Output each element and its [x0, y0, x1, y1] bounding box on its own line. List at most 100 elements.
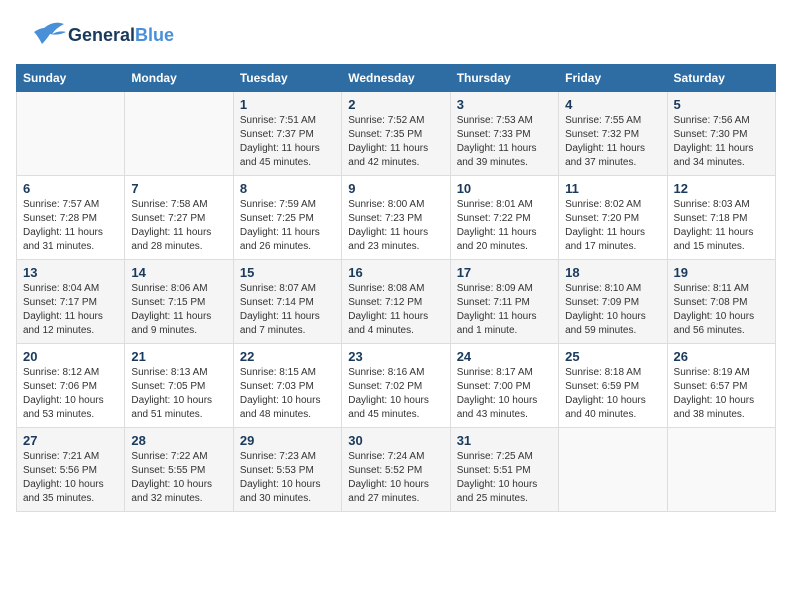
day-number: 12: [674, 181, 769, 196]
day-info: Sunrise: 7:51 AM Sunset: 7:37 PM Dayligh…: [240, 114, 335, 170]
day-number: 19: [674, 265, 769, 280]
day-info: Sunrise: 7:52 AM Sunset: 7:35 PM Dayligh…: [348, 114, 443, 170]
day-info: Sunrise: 8:04 AM Sunset: 7:17 PM Dayligh…: [23, 282, 118, 338]
calendar-cell: 27Sunrise: 7:21 AM Sunset: 5:56 PM Dayli…: [17, 428, 125, 512]
calendar-week-row: 13 Sunrise: 8:04 AM Sunset: 7:17 PM Dayli…: [17, 260, 776, 344]
day-number: 30: [348, 433, 443, 448]
calendar-cell: 28 Sunrise: 7:22 AM Sunset: 5:55 PM Dayli…: [125, 428, 233, 512]
calendar-week-row: 6 Sunrise: 7:57 AM Sunset: 7:28 PM Daylig…: [17, 176, 776, 260]
day-info: Sunrise: 8:17 AM Sunset: 7:00 PM Dayligh…: [457, 366, 552, 422]
day-info: Sunrise: 7:23 AM Sunset: 5:53 PM Dayligh…: [240, 450, 335, 506]
day-number: 14: [131, 265, 226, 280]
weekday-header-tuesday: Tuesday: [233, 65, 341, 92]
day-info: Sunrise: 8:18 AM Sunset: 6:59 PM Dayligh…: [565, 366, 660, 422]
day-number: 4: [565, 97, 660, 112]
day-info: Sunrise: 7:57 AM Sunset: 7:28 PM Dayligh…: [23, 198, 118, 254]
day-info: Sunrise: 8:11 AM Sunset: 7:08 PM Dayligh…: [674, 282, 769, 338]
calendar-cell: 19 Sunrise: 8:11 AM Sunset: 7:08 PM Dayli…: [667, 260, 775, 344]
calendar-cell: 21 Sunrise: 8:13 AM Sunset: 7:05 PM Dayli…: [125, 344, 233, 428]
day-info: Sunrise: 8:09 AM Sunset: 7:11 PM Dayligh…: [457, 282, 552, 338]
day-number: 8: [240, 181, 335, 196]
day-number: 7: [131, 181, 226, 196]
calendar-week-row: 1 Sunrise: 7:51 AM Sunset: 7:37 PM Daylig…: [17, 92, 776, 176]
day-info: Sunrise: 7:53 AM Sunset: 7:33 PM Dayligh…: [457, 114, 552, 170]
calendar-cell: 22Sunrise: 8:15 AM Sunset: 7:03 PM Dayli…: [233, 344, 341, 428]
day-info: Sunrise: 7:56 AM Sunset: 7:30 PM Dayligh…: [674, 114, 769, 170]
day-number: 11: [565, 181, 660, 196]
calendar-cell: 8 Sunrise: 7:59 AM Sunset: 7:25 PM Daylig…: [233, 176, 341, 260]
calendar-cell: 7 Sunrise: 7:58 AM Sunset: 7:27 PM Daylig…: [125, 176, 233, 260]
calendar-cell: 26 Sunrise: 8:19 AM Sunset: 6:57 PM Dayli…: [667, 344, 775, 428]
calendar-cell: [559, 428, 667, 512]
day-number: 18: [565, 265, 660, 280]
calendar-table: SundayMondayTuesdayWednesdayThursdayFrid…: [16, 64, 776, 512]
day-number: 27: [23, 433, 118, 448]
day-number: 6: [23, 181, 118, 196]
calendar-week-row: 27Sunrise: 7:21 AM Sunset: 5:56 PM Dayli…: [17, 428, 776, 512]
day-number: 23: [348, 349, 443, 364]
day-info: Sunrise: 8:19 AM Sunset: 6:57 PM Dayligh…: [674, 366, 769, 422]
calendar-cell: 6 Sunrise: 7:57 AM Sunset: 7:28 PM Daylig…: [17, 176, 125, 260]
calendar-cell: 12Sunrise: 8:03 AM Sunset: 7:18 PM Dayli…: [667, 176, 775, 260]
calendar-cell: 18 Sunrise: 8:10 AM Sunset: 7:09 PM Dayli…: [559, 260, 667, 344]
calendar-cell: 20Sunrise: 8:12 AM Sunset: 7:06 PM Dayli…: [17, 344, 125, 428]
day-info: Sunrise: 8:00 AM Sunset: 7:23 PM Dayligh…: [348, 198, 443, 254]
calendar-cell: 30 Sunrise: 7:24 AM Sunset: 5:52 PM Dayli…: [342, 428, 450, 512]
calendar-cell: [17, 92, 125, 176]
day-number: 16: [348, 265, 443, 280]
calendar-cell: 29 Sunrise: 7:23 AM Sunset: 5:53 PM Dayli…: [233, 428, 341, 512]
day-info: Sunrise: 8:07 AM Sunset: 7:14 PM Dayligh…: [240, 282, 335, 338]
day-number: 25: [565, 349, 660, 364]
logo: GeneralBlue: [16, 16, 174, 56]
day-number: 5: [674, 97, 769, 112]
calendar-cell: 24 Sunrise: 8:17 AM Sunset: 7:00 PM Dayli…: [450, 344, 558, 428]
weekday-header-sunday: Sunday: [17, 65, 125, 92]
day-number: 26: [674, 349, 769, 364]
weekday-header-monday: Monday: [125, 65, 233, 92]
day-number: 17: [457, 265, 552, 280]
day-info: Sunrise: 7:25 AM Sunset: 5:51 PM Dayligh…: [457, 450, 552, 506]
day-info: Sunrise: 8:12 AM Sunset: 7:06 PM Dayligh…: [23, 366, 118, 422]
day-info: Sunrise: 8:13 AM Sunset: 7:05 PM Dayligh…: [131, 366, 226, 422]
day-number: 29: [240, 433, 335, 448]
day-info: Sunrise: 8:06 AM Sunset: 7:15 PM Dayligh…: [131, 282, 226, 338]
day-number: 21: [131, 349, 226, 364]
calendar-cell: 14 Sunrise: 8:06 AM Sunset: 7:15 PM Dayli…: [125, 260, 233, 344]
calendar-cell: 4Sunrise: 7:55 AM Sunset: 7:32 PM Daylig…: [559, 92, 667, 176]
day-info: Sunrise: 7:22 AM Sunset: 5:55 PM Dayligh…: [131, 450, 226, 506]
calendar-cell: 13 Sunrise: 8:04 AM Sunset: 7:17 PM Dayli…: [17, 260, 125, 344]
day-number: 10: [457, 181, 552, 196]
day-number: 28: [131, 433, 226, 448]
day-info: Sunrise: 8:02 AM Sunset: 7:20 PM Dayligh…: [565, 198, 660, 254]
day-info: Sunrise: 8:10 AM Sunset: 7:09 PM Dayligh…: [565, 282, 660, 338]
page-header: GeneralBlue: [16, 16, 776, 56]
calendar-cell: 10 Sunrise: 8:01 AM Sunset: 7:22 PM Dayli…: [450, 176, 558, 260]
weekday-header-friday: Friday: [559, 65, 667, 92]
calendar-week-row: 20Sunrise: 8:12 AM Sunset: 7:06 PM Dayli…: [17, 344, 776, 428]
calendar-cell: [667, 428, 775, 512]
weekday-header-thursday: Thursday: [450, 65, 558, 92]
day-info: Sunrise: 7:58 AM Sunset: 7:27 PM Dayligh…: [131, 198, 226, 254]
calendar-cell: 31 Sunrise: 7:25 AM Sunset: 5:51 PM Dayli…: [450, 428, 558, 512]
calendar-cell: 17 Sunrise: 8:09 AM Sunset: 7:11 PM Dayli…: [450, 260, 558, 344]
weekday-header-wednesday: Wednesday: [342, 65, 450, 92]
day-number: 31: [457, 433, 552, 448]
day-info: Sunrise: 7:59 AM Sunset: 7:25 PM Dayligh…: [240, 198, 335, 254]
day-info: Sunrise: 8:15 AM Sunset: 7:03 PM Dayligh…: [240, 366, 335, 422]
calendar-cell: 3 Sunrise: 7:53 AM Sunset: 7:33 PM Daylig…: [450, 92, 558, 176]
day-number: 24: [457, 349, 552, 364]
calendar-cell: 1 Sunrise: 7:51 AM Sunset: 7:37 PM Daylig…: [233, 92, 341, 176]
calendar-cell: 9Sunrise: 8:00 AM Sunset: 7:23 PM Daylig…: [342, 176, 450, 260]
calendar-cell: 2 Sunrise: 7:52 AM Sunset: 7:35 PM Daylig…: [342, 92, 450, 176]
calendar-cell: 15 Sunrise: 8:07 AM Sunset: 7:14 PM Dayli…: [233, 260, 341, 344]
day-number: 13: [23, 265, 118, 280]
day-number: 2: [348, 97, 443, 112]
day-number: 3: [457, 97, 552, 112]
calendar-cell: 23 Sunrise: 8:16 AM Sunset: 7:02 PM Dayli…: [342, 344, 450, 428]
day-number: 1: [240, 97, 335, 112]
day-info: Sunrise: 7:24 AM Sunset: 5:52 PM Dayligh…: [348, 450, 443, 506]
calendar-cell: 5 Sunrise: 7:56 AM Sunset: 7:30 PM Daylig…: [667, 92, 775, 176]
day-info: Sunrise: 8:16 AM Sunset: 7:02 PM Dayligh…: [348, 366, 443, 422]
day-info: Sunrise: 8:01 AM Sunset: 7:22 PM Dayligh…: [457, 198, 552, 254]
day-number: 15: [240, 265, 335, 280]
